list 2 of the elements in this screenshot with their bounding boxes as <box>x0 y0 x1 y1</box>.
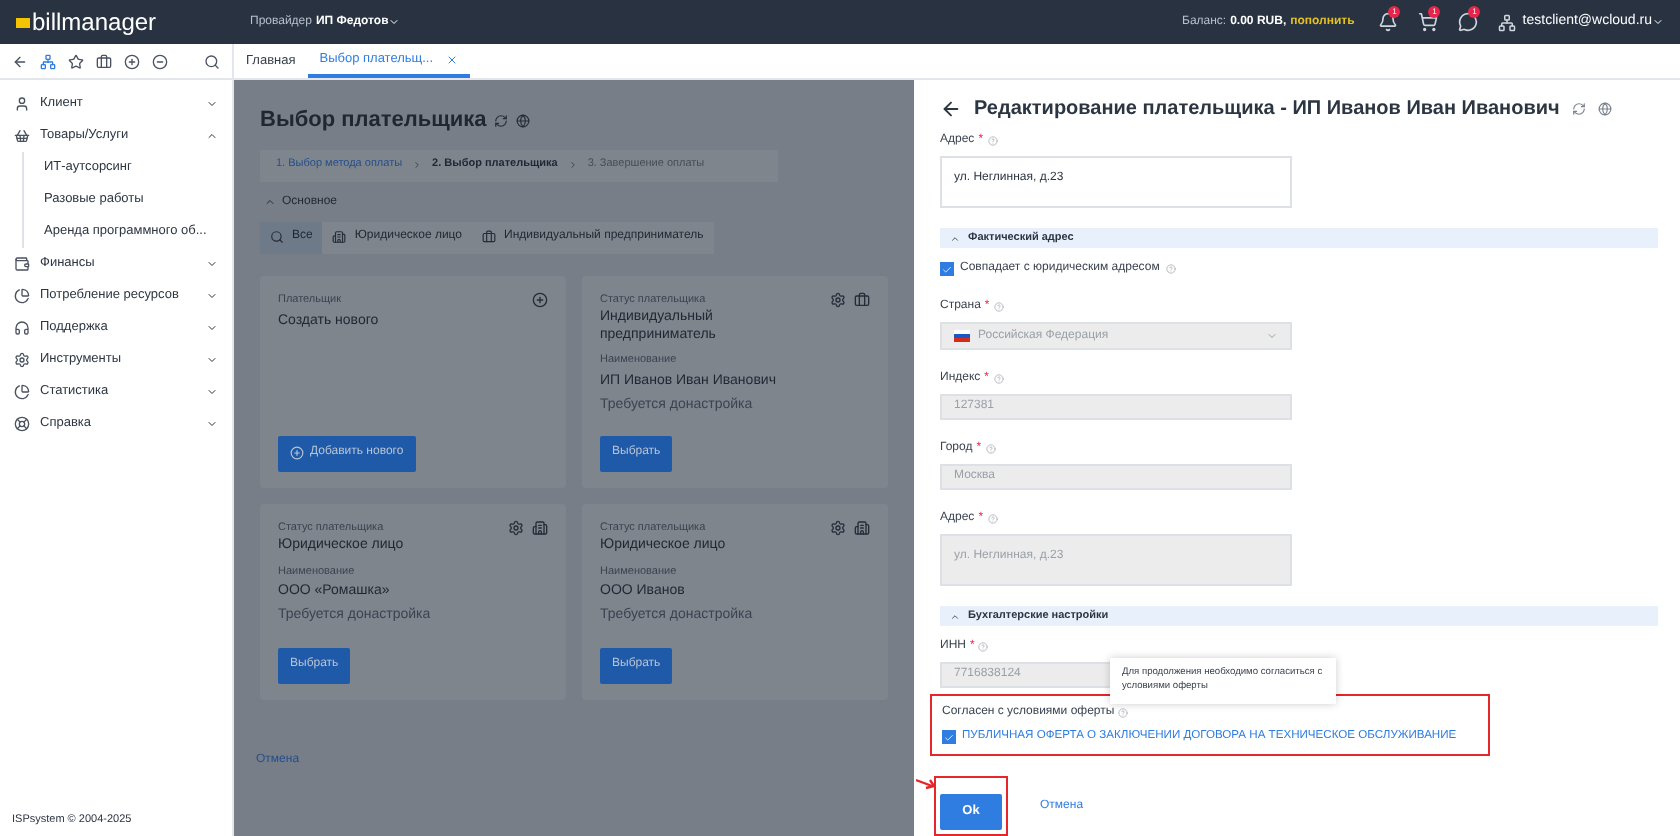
panel-title: Редактирование плательщика - ИП Иванов Иван Иванович <box>974 96 1560 124</box>
page-title: Выбор плательщика <box>260 106 487 136</box>
